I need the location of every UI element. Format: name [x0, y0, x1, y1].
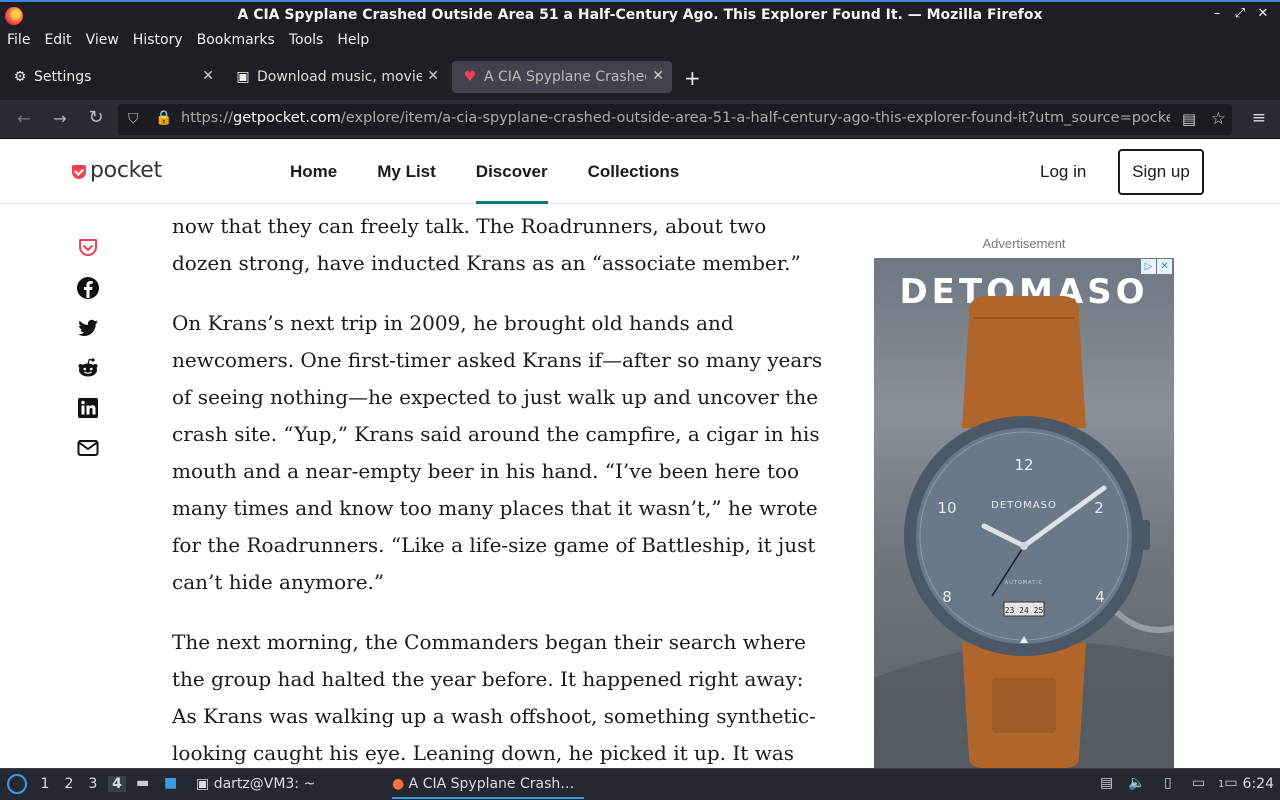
taskbar-terminal[interactable]: ▣ dartz@VM3: ~: [196, 776, 315, 792]
lock-icon[interactable]: 🔒: [155, 110, 172, 126]
article-paragraph: On Krans’s next trip in 2009, he brought…: [172, 311, 823, 594]
volume-icon[interactable]: 🔈: [1128, 775, 1145, 791]
clipboard-icon[interactable]: ▯: [1164, 775, 1172, 791]
dial-brand: DETOMASO: [991, 500, 1057, 511]
file-manager-icon[interactable]: ▬: [136, 775, 149, 791]
reader-view-icon[interactable]: ▤: [1182, 110, 1196, 128]
close-window-button[interactable]: ✕: [1256, 6, 1270, 21]
url-bar[interactable]: ⛉ 🔒 https://getpocket.com/explore/item/a…: [118, 104, 1232, 135]
url-path: /explore/item/a-cia-spyplane-crashed-out…: [340, 110, 1170, 126]
window-titlebar: A CIA Spyplane Crashed Outside Area 51 a…: [0, 0, 1280, 29]
tab-settings[interactable]: ⚙ Settings ✕: [2, 61, 222, 93]
nav-bar: ← → ↻ ⛉ 🔒 https://getpocket.com/explore/…: [0, 100, 1280, 139]
bookmark-star-icon[interactable]: ☆: [1211, 109, 1226, 129]
close-tab-icon[interactable]: ✕: [427, 68, 439, 84]
reddit-icon[interactable]: [76, 356, 100, 380]
menu-file[interactable]: File: [0, 29, 37, 54]
menu-view[interactable]: View: [79, 29, 126, 54]
site-header: pocket Home My List Discover Collections…: [0, 140, 1280, 204]
task-label: dartz@VM3: ~: [213, 776, 316, 792]
task-label: A CIA Spyplane Crash…: [408, 776, 575, 792]
menu-bookmarks[interactable]: Bookmarks: [190, 29, 282, 54]
network-icon[interactable]: ▭: [1192, 775, 1205, 791]
page-content: pocket Home My List Discover Collections…: [0, 140, 1280, 768]
forward-button[interactable]: →: [49, 109, 71, 128]
page-icon: ▣: [236, 69, 250, 85]
pocket-save-icon[interactable]: [76, 236, 100, 260]
close-tab-icon[interactable]: ✕: [652, 68, 664, 84]
site-nav: Home My List Discover Collections: [290, 140, 719, 204]
url-prefix: https://: [181, 110, 233, 126]
menu-tools[interactable]: Tools: [282, 29, 331, 54]
workspace-2[interactable]: 2: [62, 776, 76, 792]
workspace-4[interactable]: 4: [108, 776, 126, 792]
signup-button[interactable]: Sign up: [1118, 149, 1204, 195]
nav-home[interactable]: Home: [290, 140, 337, 204]
pocket-icon: ♥: [463, 69, 477, 85]
close-tab-icon[interactable]: ✕: [202, 68, 214, 84]
dial-number: 2: [1094, 499, 1104, 517]
dial-number: 10: [937, 499, 956, 517]
twitter-icon[interactable]: [76, 316, 100, 340]
app-menu-icon[interactable]: ≡: [1252, 108, 1266, 128]
storage-icon[interactable]: ▤: [1100, 775, 1113, 791]
dial-number: 8: [942, 588, 952, 606]
url-text[interactable]: https://getpocket.com/explore/item/a-cia…: [181, 110, 1170, 126]
taskbar: 1 2 3 4 ▬ ■ ▣ dartz@VM3: ~ ● A CIA Spypl…: [0, 768, 1280, 800]
tab-label: Settings: [34, 69, 92, 85]
nav-collections[interactable]: Collections: [588, 140, 680, 204]
dial-number: 12: [1014, 456, 1033, 474]
menu-history[interactable]: History: [126, 29, 190, 54]
start-menu-icon[interactable]: [7, 774, 27, 794]
dial-sub: AUTOMATIC: [1005, 580, 1043, 586]
new-tab-button[interactable]: +: [684, 66, 701, 90]
workspace-3[interactable]: 3: [86, 776, 100, 792]
taskbar-firefox[interactable]: ● A CIA Spyplane Crash…: [392, 776, 584, 799]
tab-label: Download music, movies: [257, 69, 422, 85]
notification-icon[interactable]: 1▭: [1218, 775, 1238, 791]
back-button[interactable]: ←: [13, 109, 35, 128]
desktop-icon[interactable]: ■: [164, 775, 177, 791]
article-paragraph: The next morning, the Commanders began t…: [172, 630, 816, 765]
ad-label: Advertisement: [982, 236, 1066, 251]
tab-article[interactable]: ♥ A CIA Spyplane Crashed ✕: [452, 61, 672, 93]
clock: 6:24: [1242, 776, 1274, 792]
url-domain: getpocket.com: [232, 110, 341, 126]
window-title: A CIA Spyplane Crashed Outside Area 51 a…: [237, 7, 1043, 23]
menu-bar: File Edit View History Bookmarks Tools H…: [0, 29, 1280, 54]
gear-icon: ⚙: [13, 69, 27, 85]
nav-discover[interactable]: Discover: [475, 140, 548, 204]
advertisement[interactable]: DETOMASO ▷ ✕ 12 2 4 8 10 DETOMASO AUTOMA…: [874, 258, 1174, 768]
pocket-logo-icon: [72, 164, 86, 179]
tab-label: A CIA Spyplane Crashed: [484, 69, 646, 85]
tab-download[interactable]: ▣ Download music, movies ✕: [225, 61, 447, 93]
notification-badge: 1: [1218, 779, 1225, 790]
nav-my-list[interactable]: My List: [377, 140, 436, 204]
pocket-wordmark: pocket: [90, 158, 162, 183]
menu-help[interactable]: Help: [330, 29, 376, 54]
date-window: 23 24 25: [1005, 606, 1044, 615]
share-rail: [76, 236, 100, 476]
menu-edit[interactable]: Edit: [37, 29, 78, 54]
workspace-1[interactable]: 1: [38, 776, 52, 792]
email-icon[interactable]: [76, 436, 100, 460]
login-link[interactable]: Log in: [1040, 162, 1086, 182]
pocket-logo[interactable]: pocket: [72, 158, 162, 183]
firefox-task-icon: ●: [392, 776, 409, 792]
article-paragraph: now that they can freely talk. The Roadr…: [172, 214, 801, 275]
minimize-button[interactable]: –: [1210, 6, 1224, 21]
terminal-icon: ▣: [196, 776, 214, 792]
reload-button[interactable]: ↻: [85, 107, 107, 128]
tab-strip: ⚙ Settings ✕ ▣ Download music, movies ✕ …: [0, 54, 1280, 100]
dial-number: 4: [1095, 588, 1105, 606]
tracking-shield-icon[interactable]: ⛉: [128, 111, 139, 127]
linkedin-icon[interactable]: [76, 396, 100, 420]
article-body: now that they can freely talk. The Roadr…: [172, 205, 824, 768]
watch-illustration: 12 2 4 8 10 DETOMASO AUTOMATIC 23 24 25: [874, 296, 1174, 768]
facebook-icon[interactable]: [76, 276, 100, 300]
maximize-button[interactable]: ⤢: [1233, 6, 1247, 21]
